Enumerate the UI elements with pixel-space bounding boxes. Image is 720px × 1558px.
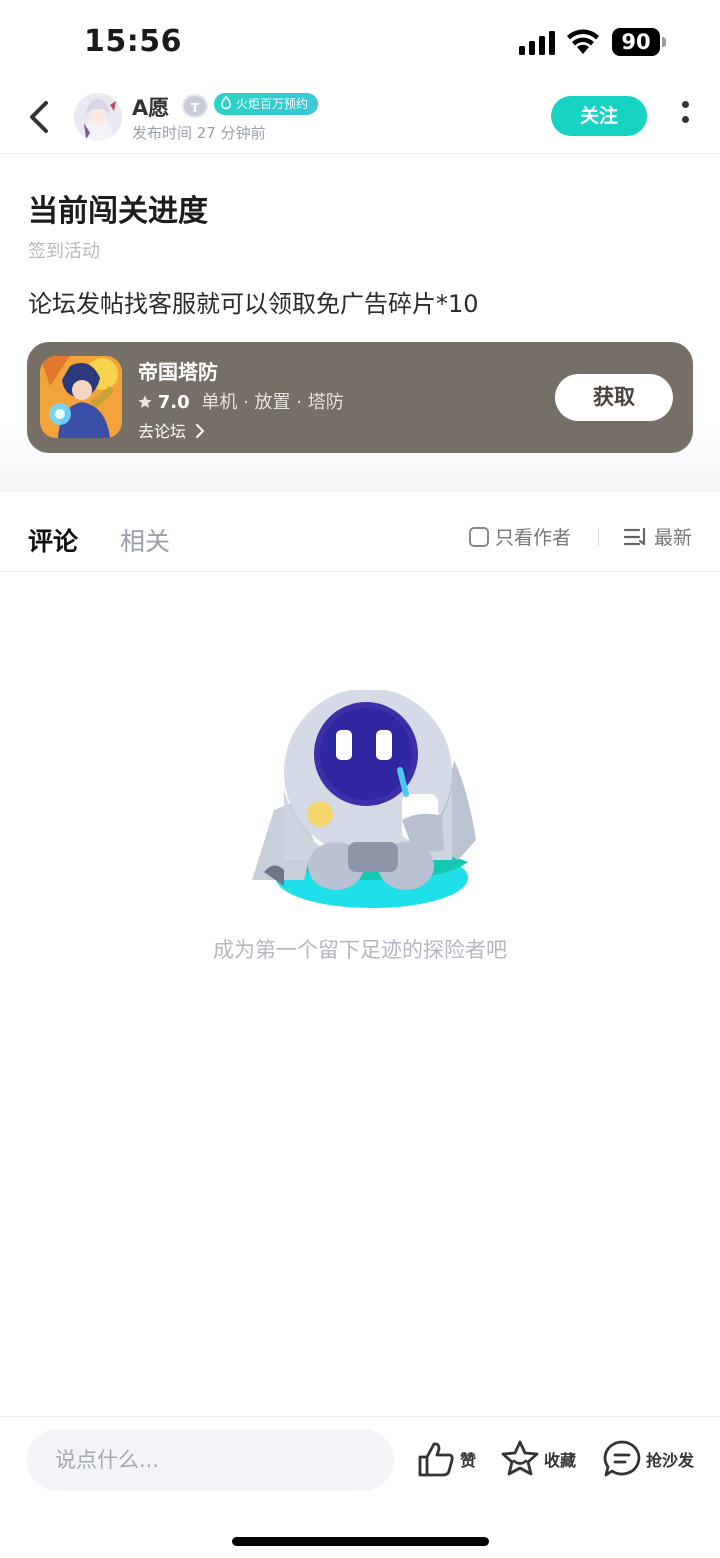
game-tags: 单机 · 放置 · 塔防 bbox=[201, 392, 344, 413]
chevron-right-icon bbox=[196, 424, 205, 438]
tab-divider bbox=[598, 528, 599, 546]
like-button[interactable]: 赞 bbox=[416, 1439, 476, 1479]
game-rating: 7.0 bbox=[157, 392, 190, 413]
post-header: A愿 T 火炬百万预约 发布时间 27 分钟前 关注 bbox=[0, 84, 720, 154]
back-arrow-icon[interactable] bbox=[24, 97, 56, 137]
checkbox-icon[interactable] bbox=[469, 527, 489, 547]
tab-comments-label: 评论 bbox=[28, 527, 79, 556]
author-only-toggle[interactable]: 只看作者 bbox=[469, 523, 571, 550]
empty-state-robot-illustration bbox=[252, 690, 476, 908]
fire-icon bbox=[221, 96, 231, 110]
author-name[interactable]: A愿 bbox=[132, 92, 169, 122]
battery-tip bbox=[662, 37, 666, 47]
game-art-icon bbox=[40, 356, 122, 438]
favorite-label: 收藏 bbox=[544, 1451, 577, 1470]
tab-related[interactable]: 相关 bbox=[120, 522, 170, 558]
comment-bubble-icon bbox=[603, 1440, 641, 1477]
home-indicator bbox=[232, 1537, 489, 1546]
post-title: 当前闯关进度 bbox=[28, 194, 208, 229]
level-badge: T bbox=[182, 94, 208, 118]
thumbs-up-icon bbox=[418, 1442, 454, 1477]
sort-toggle[interactable]: 最新 bbox=[624, 523, 692, 550]
game-card[interactable]: 帝国塔防 7.0 单机 · 放置 · 塔防 去论坛 获取 bbox=[27, 342, 693, 453]
post-time: 发布时间 27 分钟前 bbox=[132, 124, 266, 142]
status-bar: 15:56 90 bbox=[0, 0, 720, 84]
sort-label: 最新 bbox=[654, 527, 693, 549]
comment-input[interactable] bbox=[27, 1429, 394, 1491]
cellular-signal-icon bbox=[519, 31, 555, 55]
battery-level: 90 bbox=[612, 28, 660, 56]
game-meta: 7.0 单机 · 放置 · 塔防 bbox=[138, 388, 344, 414]
get-game-button[interactable]: 获取 bbox=[555, 374, 673, 421]
forum-link-label: 去论坛 bbox=[138, 422, 187, 441]
star-favorite-icon bbox=[501, 1440, 539, 1476]
first-comment-button[interactable]: 抢沙发 bbox=[602, 1439, 694, 1479]
star-rating-icon bbox=[138, 395, 152, 408]
post-category[interactable]: 签到活动 bbox=[28, 237, 100, 263]
author-avatar[interactable] bbox=[74, 93, 122, 141]
bottom-action-bar: 赞 收藏 抢沙发 bbox=[0, 1416, 720, 1558]
battery-indicator: 90 bbox=[612, 28, 666, 56]
tab-comments[interactable]: 评论 bbox=[28, 522, 82, 558]
event-tag-label: 火炬百万预约 bbox=[236, 97, 309, 111]
favorite-button[interactable]: 收藏 bbox=[500, 1439, 576, 1479]
author-only-label: 只看作者 bbox=[495, 527, 572, 549]
wifi-icon bbox=[567, 29, 599, 54]
game-icon bbox=[40, 356, 122, 438]
more-options-icon[interactable] bbox=[678, 101, 692, 133]
like-label: 赞 bbox=[460, 1451, 477, 1470]
post-content: 论坛发帖找客服就可以领取免广告碎片*10 bbox=[28, 290, 479, 318]
go-to-forum-link[interactable]: 去论坛 bbox=[138, 418, 205, 442]
event-tag-badge: 火炬百万预约 bbox=[214, 93, 319, 115]
sort-list-icon bbox=[624, 527, 646, 546]
first-comment-label: 抢沙发 bbox=[646, 1451, 695, 1470]
game-name: 帝国塔防 bbox=[138, 360, 218, 384]
status-time: 15:56 bbox=[84, 24, 182, 59]
avatar-image-icon bbox=[74, 93, 122, 141]
comment-tabs: 评论 相关 只看作者 最新 bbox=[0, 492, 720, 572]
empty-state-message: 成为第一个留下足迹的探险者吧 bbox=[213, 938, 507, 962]
follow-button[interactable]: 关注 bbox=[551, 96, 647, 136]
